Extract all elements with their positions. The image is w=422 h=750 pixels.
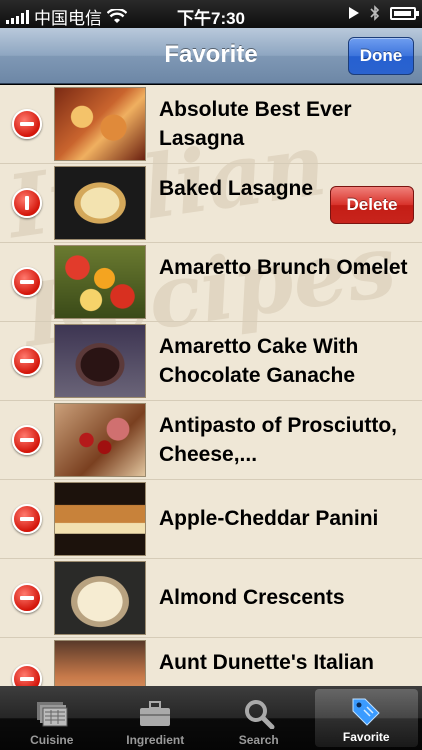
recipe-thumbnail [54, 403, 146, 477]
recipe-title: Amaretto Cake With Chocolate Ganache [159, 335, 359, 387]
tab-label: Ingredient [126, 733, 185, 747]
delete-button[interactable]: Delete [330, 186, 414, 224]
status-right [348, 5, 419, 21]
recipe-row[interactable]: Baked Lasagne Delete [0, 164, 422, 243]
recipe-title: Amaretto Brunch Omelet [159, 256, 408, 279]
search-icon [241, 698, 277, 730]
delete-control-icon[interactable] [12, 109, 42, 139]
play-icon [349, 7, 359, 19]
delete-control-icon[interactable] [12, 267, 42, 297]
recipe-title: Apple-Cheddar Panini [159, 507, 379, 530]
recipe-thumbnail [54, 324, 146, 398]
tab-favorite[interactable]: Favorite [314, 689, 418, 747]
favorites-list[interactable]: Italian Recipes Absolute Best Ever Lasagn… [0, 85, 422, 686]
delete-control-icon[interactable] [12, 504, 42, 534]
recipe-thumbnail [54, 245, 146, 319]
tag-icon [348, 695, 384, 727]
recipe-row[interactable]: Antipasto of Prosciutto, Cheese,... [0, 401, 422, 480]
done-button[interactable]: Done [348, 37, 414, 75]
recipe-title: Baked Lasagne [159, 177, 314, 200]
recipe-thumbnail [54, 482, 146, 556]
recipe-title: Almond Crescents [159, 586, 345, 609]
recipe-row[interactable]: Absolute Best Ever Lasagna [0, 85, 422, 164]
recipe-thumbnail [54, 561, 146, 635]
recipe-row[interactable]: Apple-Cheddar Panini [0, 480, 422, 559]
tab-ingredient[interactable]: Ingredient [104, 686, 208, 750]
delete-control-icon[interactable] [12, 346, 42, 376]
recipe-title: Antipasto of Prosciutto, Cheese,... [159, 414, 397, 466]
recipe-title: Absolute Best Ever Lasagna [159, 98, 352, 150]
tab-search[interactable]: Search [207, 686, 311, 750]
battery-icon [390, 6, 419, 20]
tab-label: Favorite [342, 730, 390, 744]
recipe-row[interactable]: Amaretto Brunch Omelet [0, 243, 422, 322]
delete-control-icon[interactable] [12, 583, 42, 613]
cuisine-icon [34, 698, 70, 730]
tab-label: Search [238, 733, 279, 747]
bluetooth-icon [370, 5, 380, 21]
delete-control-icon[interactable] [12, 664, 42, 686]
recipe-title: Aunt Dunette's Italian [159, 651, 375, 674]
tab-bar: Cuisine Ingredient Search Favorite [0, 686, 422, 750]
recipe-thumbnail [54, 640, 146, 686]
briefcase-icon [137, 698, 173, 730]
recipe-thumbnail [54, 87, 146, 161]
delete-control-icon[interactable] [12, 425, 42, 455]
recipe-row[interactable]: Amaretto Cake With Chocolate Ganache [0, 322, 422, 401]
tab-cuisine[interactable]: Cuisine [0, 686, 104, 750]
recipe-thumbnail [54, 166, 146, 240]
tab-label: Cuisine [30, 733, 74, 747]
recipe-row[interactable]: Almond Crescents [0, 559, 422, 638]
status-bar: 中国电信 下午7:30 [0, 0, 422, 28]
navigation-bar: Favorite Done [0, 28, 422, 84]
recipe-row[interactable]: Aunt Dunette's Italian [0, 638, 422, 686]
delete-control-icon[interactable] [12, 188, 42, 218]
